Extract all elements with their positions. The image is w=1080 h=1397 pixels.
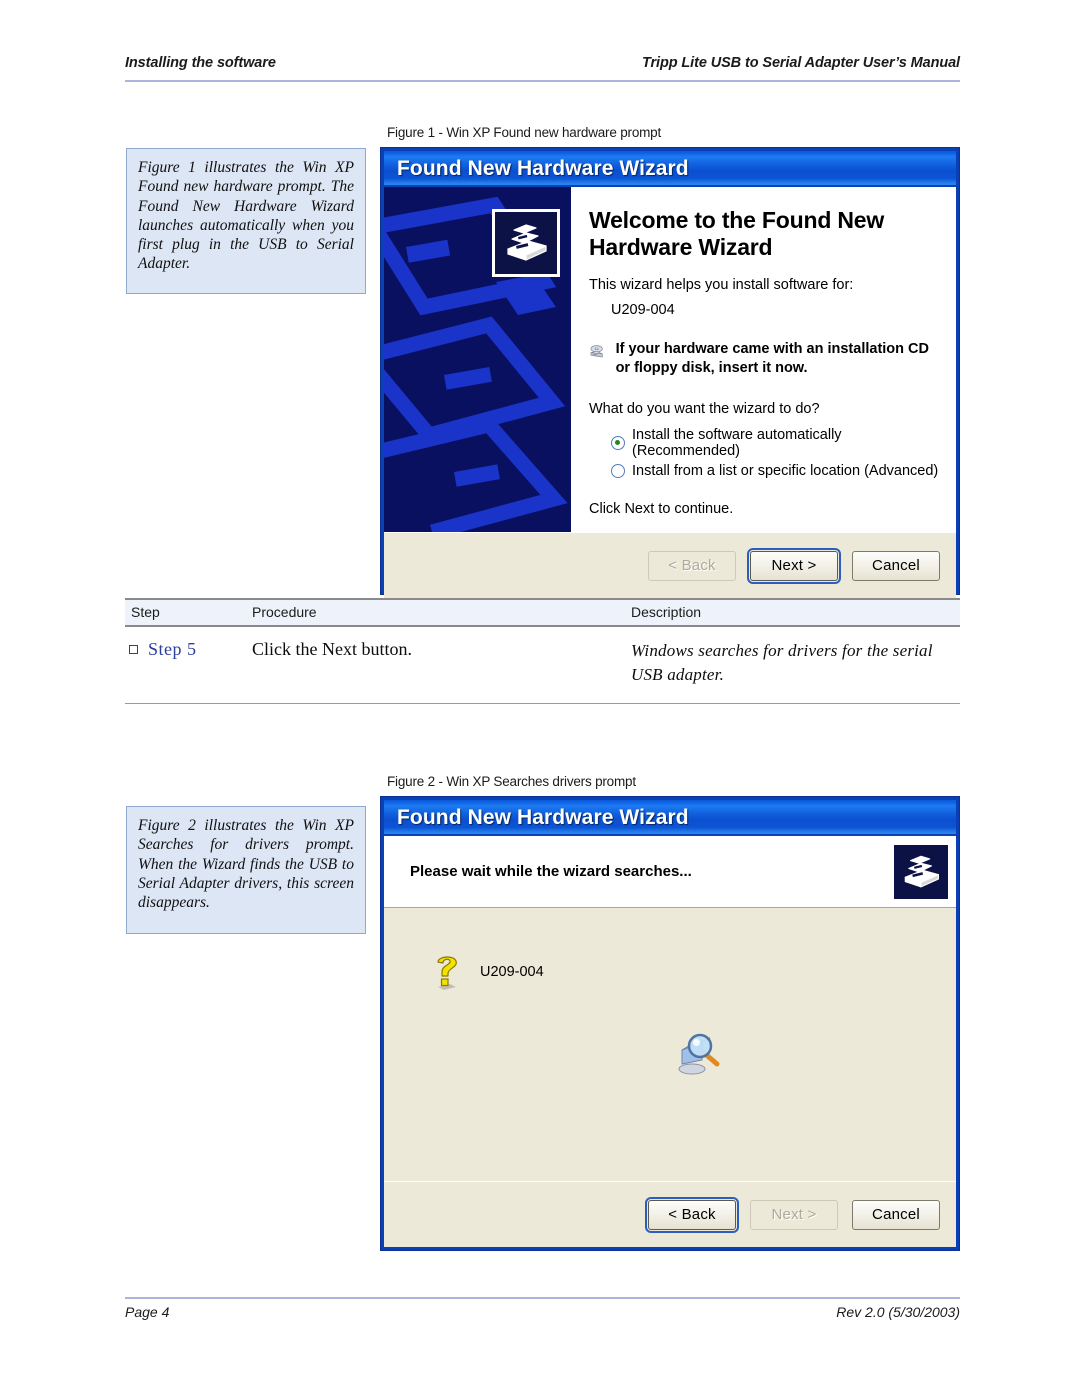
figure-1-cancel-button[interactable]: Cancel: [852, 550, 940, 581]
magnifier-search-icon: [678, 1033, 720, 1075]
figure-2-wizard-dialog: Found New Hardware Wizard Please wait wh…: [381, 797, 959, 1250]
figure-2-button-bar: < Back Next > Cancel: [384, 1181, 956, 1247]
figure-1-button-bar: < Back Next > Cancel: [384, 532, 956, 598]
hardware-device-icon: [492, 209, 560, 277]
sidenote-figure-2: Figure 2 illustrates the Win XP Searches…: [126, 806, 366, 934]
footer-page-number: Page 4: [125, 1304, 170, 1320]
figure-1-cd-notice-text: If your hardware came with an installati…: [615, 341, 929, 376]
radio-unselected-icon[interactable]: [611, 464, 625, 478]
footer-revision: Rev 2.0 (5/30/2003): [836, 1304, 960, 1320]
figure-1-device-name: U209-004: [611, 302, 675, 318]
step-label: Step 5: [148, 638, 197, 659]
footer-divider: [125, 1297, 960, 1299]
document-page: Installing the software Tripp Lite USB t…: [0, 0, 1080, 1397]
figure-1-heading: Welcome to the Found New Hardware Wizard: [589, 207, 885, 260]
figure-2-next-button[interactable]: Next >: [750, 1199, 838, 1230]
table-row: Step 5 Click the Next button. Windows se…: [125, 627, 960, 703]
radio-option-install-automatically-label: Install the software automatically (Reco…: [632, 427, 842, 459]
radio-option-install-from-list-label: Install from a list or specific location…: [632, 463, 939, 479]
figure-2-header-band: Please wait while the wizard searches...: [384, 836, 956, 908]
figure-1-watermark-panel: [384, 187, 571, 532]
checkbox-bullet-icon: [129, 644, 138, 654]
table-header-procedure: Procedure: [252, 604, 317, 620]
figure-2-heading: Please wait while the wizard searches...: [410, 863, 692, 880]
running-footer: Page 4 Rev 2.0 (5/30/2003): [125, 1304, 960, 1320]
figure-1-intro-text: This wizard helps you install software f…: [589, 277, 854, 293]
cd-drive-icon: [590, 345, 603, 358]
figure-1-back-button[interactable]: < Back: [648, 550, 736, 581]
procedure-table: Step Procedure Description Step 5 Click …: [125, 598, 960, 704]
unknown-device-question-icon: [437, 956, 457, 990]
table-header-step: Step: [131, 604, 160, 620]
driver-search-animation: [670, 1024, 724, 1081]
table-cell-step: Step 5: [125, 639, 252, 660]
header-left-text: Installing the software: [125, 55, 276, 71]
figure-1-question: What do you want the wizard to do?: [589, 401, 820, 417]
figure-1-cd-notice: If your hardware came with an installati…: [589, 340, 940, 377]
figure-1-caption: Figure 1 - Win XP Found new hardware pro…: [387, 125, 662, 140]
figure-2-titlebar: Found New Hardware Wizard: [384, 800, 956, 836]
table-cell-description: Windows searches for drivers for the ser…: [631, 640, 933, 684]
figure-1-next-button[interactable]: Next >: [747, 547, 841, 584]
header-right-text: Tripp Lite USB to Serial Adapter User’s …: [642, 55, 960, 71]
figure-1-click-next-text: Click Next to continue.: [589, 501, 734, 517]
table-header-description: Description: [631, 604, 702, 620]
figure-2-body: U209-004: [384, 908, 956, 1181]
figure-1-title-text: Found New Hardware Wizard: [397, 157, 689, 180]
radio-option-install-automatically[interactable]: Install the software automatically (Reco…: [611, 427, 940, 459]
sidenote-figure-1: Figure 1 illustrates the Win XP Found ne…: [126, 148, 366, 294]
radio-option-install-from-list[interactable]: Install from a list or specific location…: [611, 463, 940, 479]
figure-2-device-entry: U209-004: [430, 952, 544, 992]
hardware-device-icon: [894, 844, 948, 899]
table-header-row: Step Procedure Description: [125, 600, 960, 625]
figure-2-title-text: Found New Hardware Wizard: [397, 806, 689, 829]
figure-2-back-button[interactable]: < Back: [645, 1196, 739, 1233]
header-divider: [125, 80, 960, 82]
table-cell-procedure: Click the Next button.: [252, 638, 412, 659]
table-bottom-border: [125, 702, 960, 704]
hardware-card-icon: [507, 224, 547, 261]
figure-2-device-name: U209-004: [480, 964, 544, 980]
figure-1-body: Welcome to the Found New Hardware Wizard…: [384, 187, 956, 532]
running-header: Installing the software Tripp Lite USB t…: [125, 55, 960, 71]
radio-selected-icon[interactable]: [611, 436, 625, 450]
hardware-card-icon: [904, 855, 940, 887]
figure-1-titlebar: Found New Hardware Wizard: [384, 151, 956, 187]
figure-1-wizard-dialog: Found New Hardware Wizard Welcome to the…: [381, 148, 959, 598]
figure-2-cancel-button[interactable]: Cancel: [852, 1199, 940, 1230]
figure-2-caption: Figure 2 - Win XP Searches drivers promp…: [387, 774, 636, 789]
figure-1-content-panel: Welcome to the Found New Hardware Wizard…: [571, 187, 956, 532]
